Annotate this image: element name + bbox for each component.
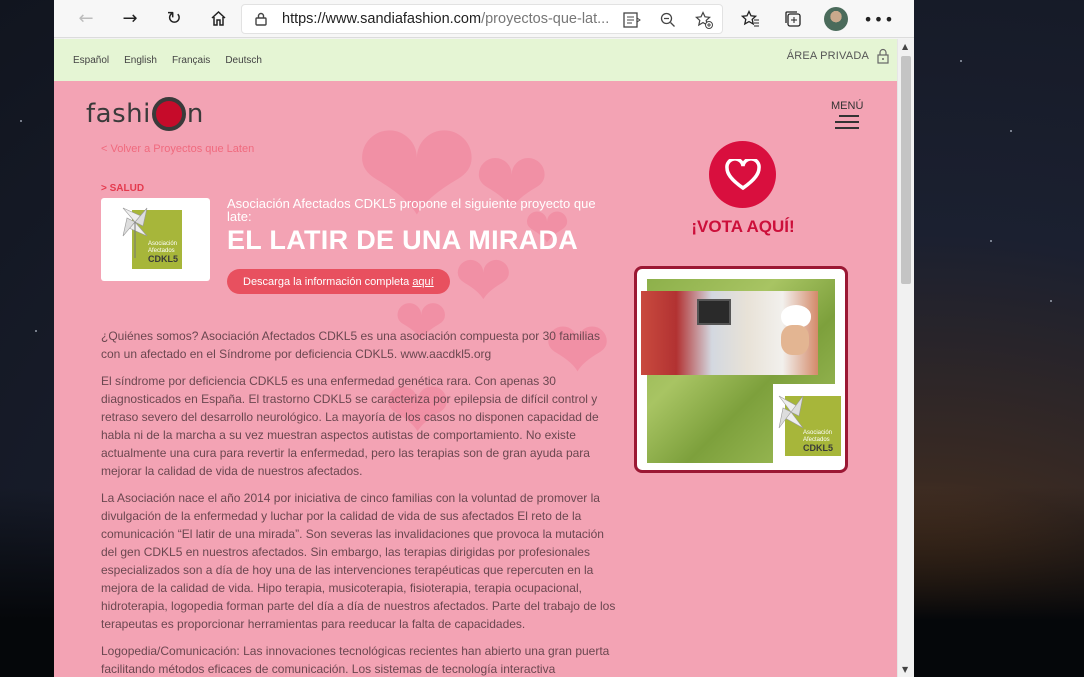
vote-label[interactable]: ¡VOTA AQUÍ! [688, 217, 798, 237]
vote-button[interactable] [709, 141, 776, 208]
hamburger-icon [835, 115, 863, 129]
browser-window: ← → ↻ https://www.sandiafashion.com/proy… [54, 0, 914, 677]
favorites-icon[interactable] [734, 3, 766, 35]
refresh-icon[interactable]: ↻ [158, 3, 190, 35]
reader-mode-icon[interactable] [622, 10, 642, 30]
menu-button[interactable]: MENÚ [831, 100, 863, 133]
scrollbar-thumb[interactable] [901, 56, 911, 284]
profile-avatar[interactable] [820, 3, 852, 35]
logo-o-mark [151, 97, 186, 131]
scroll-down-icon[interactable]: ▼ [902, 665, 908, 674]
private-area-label: ÁREA PRIVADA [786, 50, 869, 62]
page-scrollbar[interactable]: ▲ ▼ [897, 39, 914, 677]
project-title: EL LATIR DE UNA MIRADA [227, 225, 579, 255]
article-paragraph: ¿Quiénes somos? Asociación Afectados CDK… [101, 329, 600, 361]
forward-arrow-icon[interactable]: → [114, 3, 146, 35]
photo-logo-text-3: CDKL5 [803, 443, 833, 453]
browser-toolbar: ← → ↻ https://www.sandiafashion.com/proy… [54, 0, 914, 38]
lang-fr-link[interactable]: Français [172, 55, 210, 66]
padlock-icon [877, 48, 889, 64]
article-paragraph: Logopedia/Comunicación: Las innovaciones… [101, 644, 610, 676]
project-intro: Asociación Afectados CDKL5 propone el si… [227, 196, 596, 224]
lang-de-link[interactable]: Deutsch [225, 55, 262, 66]
download-link[interactable]: aquí [412, 276, 433, 288]
photo-logo-text-1: Asociación [803, 430, 832, 436]
collections-icon[interactable] [777, 3, 809, 35]
more-icon[interactable]: ••• [863, 3, 895, 35]
page-content: ❤ ❤ ❤ ❤ ❤ ❤ ❤ fashi n MENÚ < Volver a Pr… [54, 81, 897, 677]
address-bar[interactable]: https://www.sandiafashion.com/proyectos-… [241, 4, 723, 34]
add-favorite-icon[interactable] [694, 10, 714, 30]
photo-org-logo: Asociación Afectados CDKL5 [773, 384, 843, 464]
back-to-projects-link[interactable]: < Volver a Proyectos que Laten [101, 143, 254, 155]
download-info-button[interactable]: Descarga la información completa aquí [227, 269, 450, 294]
lock-icon[interactable] [254, 12, 268, 26]
organization-logo: Asociación Afectados CDKL5 [101, 198, 210, 281]
child-photo [641, 291, 818, 375]
download-label: Descarga la información completa [243, 275, 410, 288]
background-heart-icon: ❤ [454, 240, 513, 322]
lang-es-link[interactable]: Español [73, 55, 109, 66]
back-arrow-icon[interactable]: ← [70, 3, 102, 35]
page-viewport: Español English Français Deutsch ÁREA PR… [54, 39, 897, 677]
org-logo-text-3: CDKL5 [148, 254, 178, 264]
article-paragraph: La Asociación nace el año 2014 por inici… [101, 491, 616, 631]
home-icon[interactable] [202, 3, 234, 35]
project-photo: Asociación Afectados CDKL5 [634, 266, 848, 473]
pinwheel-logo-icon: Asociación Afectados CDKL5 [122, 207, 182, 269]
scroll-up-icon[interactable]: ▲ [902, 42, 908, 51]
site-logo[interactable]: fashi n [86, 97, 204, 131]
private-area-link[interactable]: ÁREA PRIVADA [787, 48, 889, 64]
lang-en-link[interactable]: English [124, 55, 157, 66]
menu-label: MENÚ [831, 100, 864, 112]
zoom-out-icon[interactable] [658, 10, 678, 30]
article-paragraph: El síndrome por deficiencia CDKL5 es una… [101, 374, 599, 478]
org-logo-text-1: Asociación [148, 241, 177, 247]
category-tag[interactable]: > SALUD [101, 183, 144, 194]
project-description: ¿Quiénes somos? Asociación Afectados CDK… [101, 327, 620, 677]
language-bar: Español English Français Deutsch ÁREA PR… [54, 39, 897, 81]
url-text[interactable]: https://www.sandiafashion.com/proyectos-… [282, 11, 612, 27]
heart-icon [724, 158, 761, 190]
